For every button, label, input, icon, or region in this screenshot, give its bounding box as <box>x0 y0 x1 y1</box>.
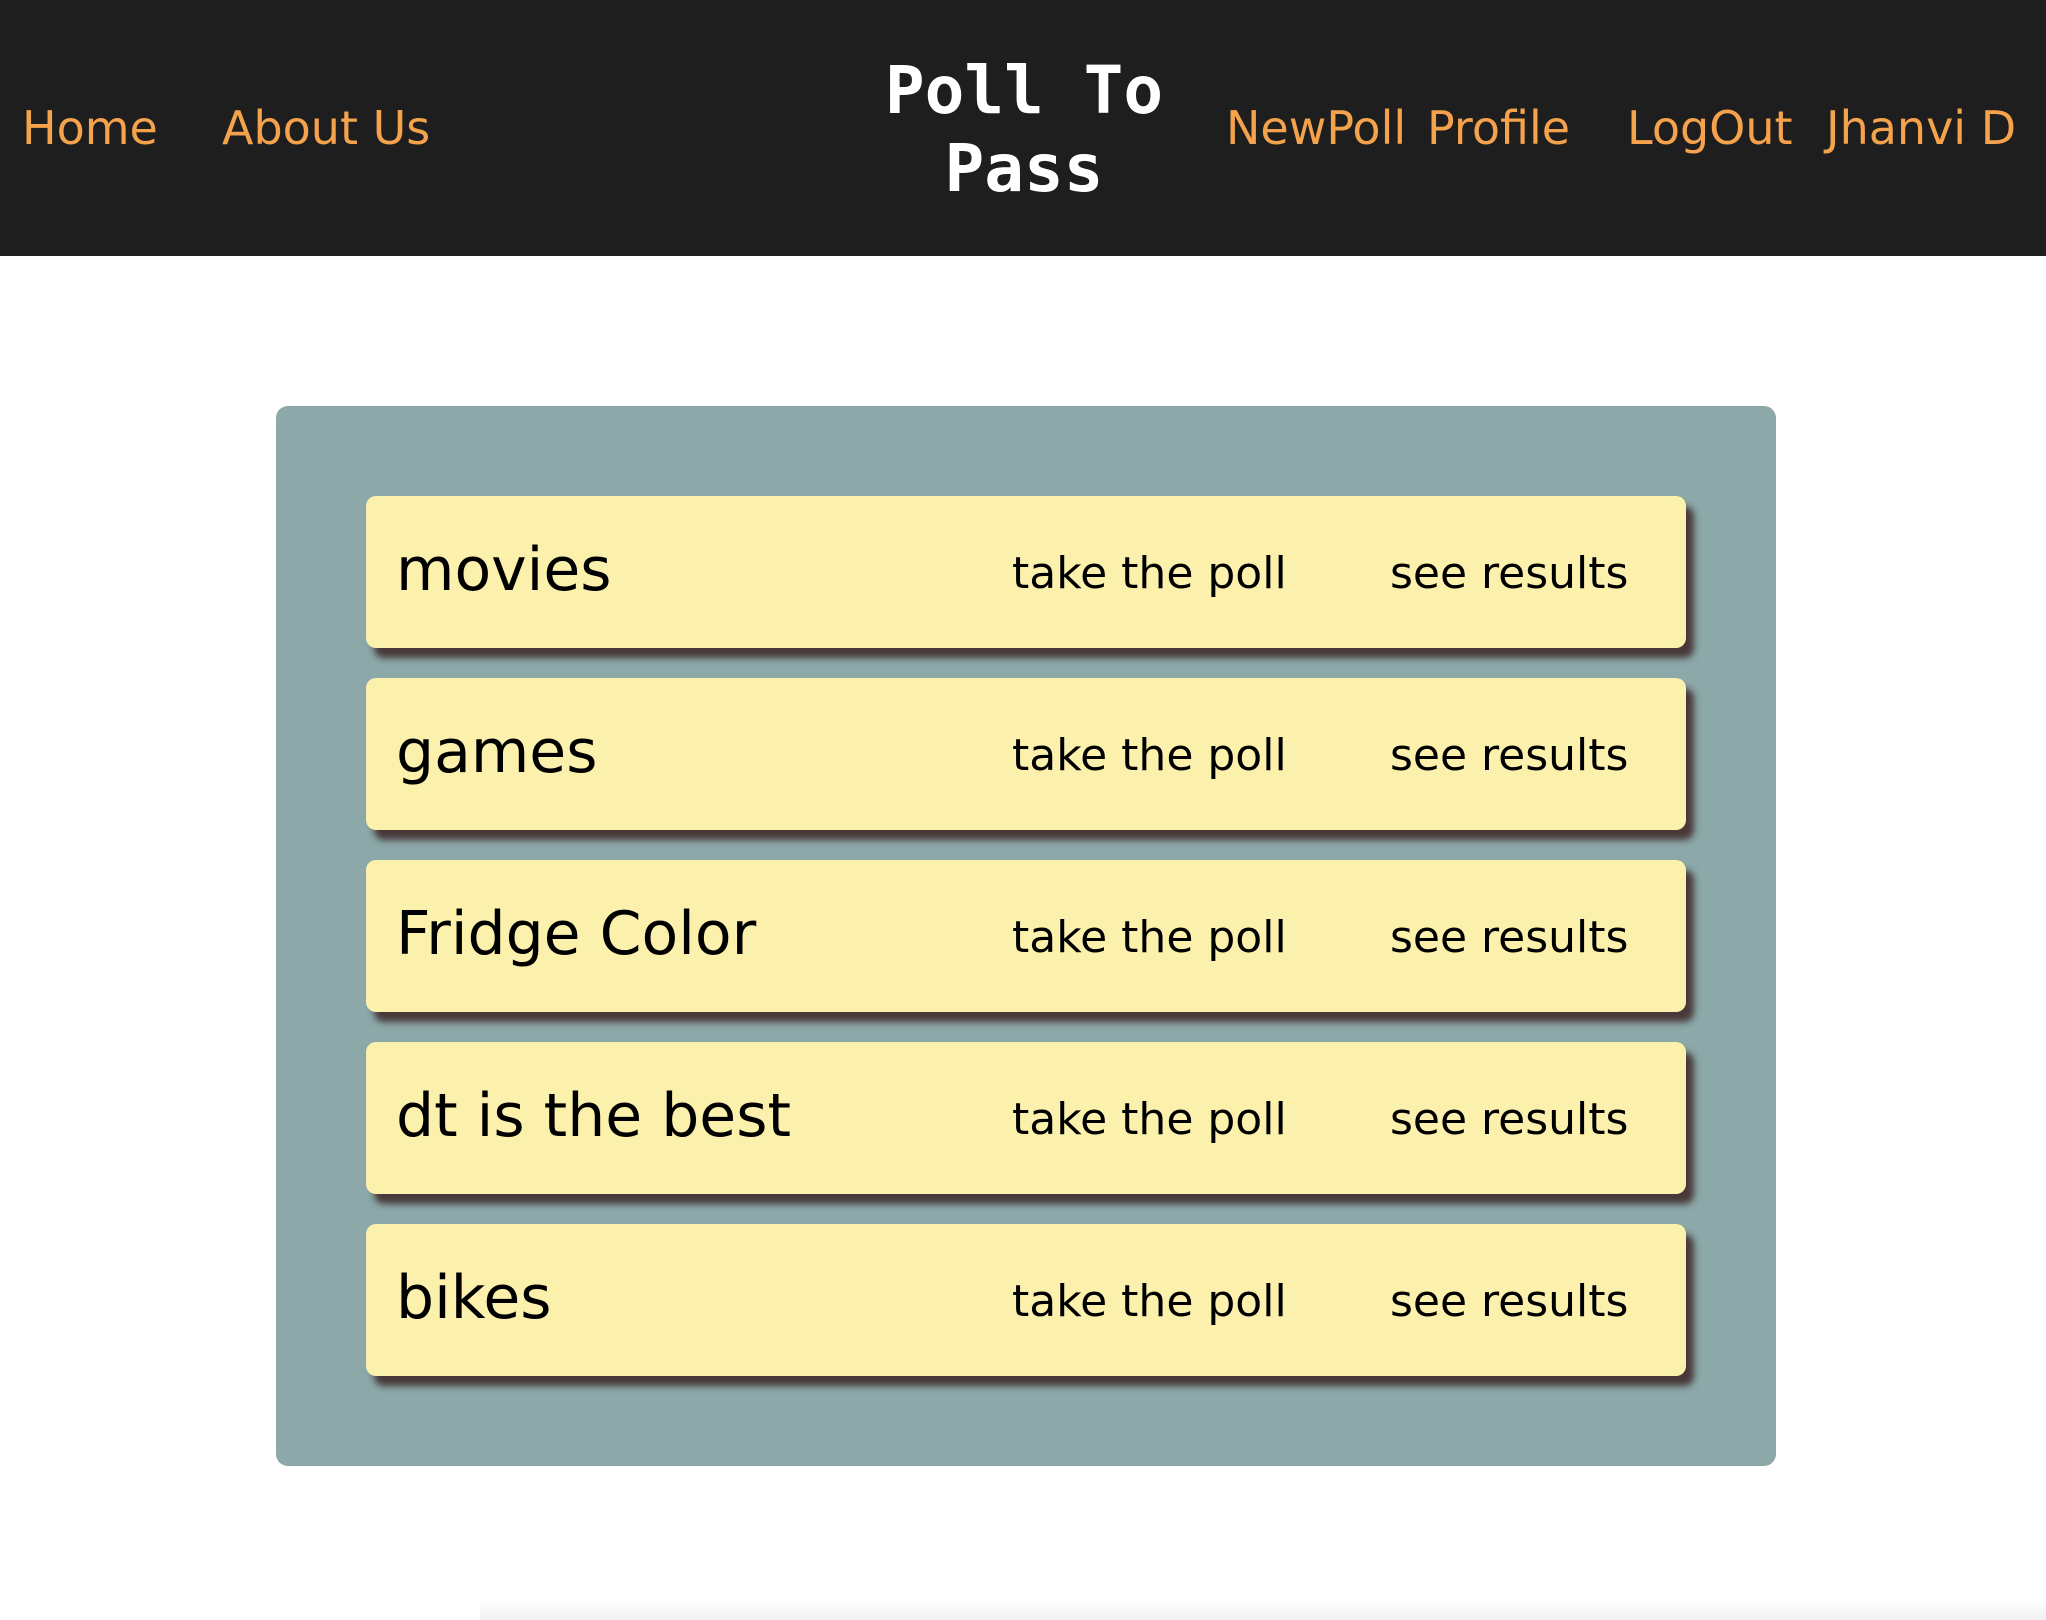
poll-card: bikes take the poll see results <box>366 1224 1686 1376</box>
see-results-link[interactable]: see results <box>1390 546 1628 602</box>
nav-home-link[interactable]: Home <box>22 98 158 158</box>
nav-newpoll-link[interactable]: NewPoll <box>1226 98 1406 158</box>
see-results-link[interactable]: see results <box>1390 910 1628 966</box>
window-bottom-shade <box>480 1600 2046 1620</box>
poll-card: dt is the best take the poll see results <box>366 1042 1686 1194</box>
poll-card: movies take the poll see results <box>366 496 1686 648</box>
poll-list: movies take the poll see results games t… <box>366 496 1686 1406</box>
poll-card: Fridge Color take the poll see results <box>366 860 1686 1012</box>
poll-panel: movies take the poll see results games t… <box>276 406 1776 1466</box>
site-title-text: Poll To Pass <box>884 52 1164 207</box>
poll-name: games <box>396 717 598 787</box>
take-poll-link[interactable]: take the poll <box>1012 728 1287 784</box>
navbar: Home About Us Poll To Pass NewPoll Profi… <box>0 0 2046 256</box>
nav-user-link[interactable]: Jhanvi D <box>1826 98 2016 158</box>
nav-profile-link[interactable]: Profile <box>1427 98 1570 158</box>
take-poll-link[interactable]: take the poll <box>1012 1274 1287 1330</box>
see-results-link[interactable]: see results <box>1390 1092 1628 1148</box>
poll-name: movies <box>396 535 612 605</box>
poll-card: games take the poll see results <box>366 678 1686 830</box>
take-poll-link[interactable]: take the poll <box>1012 1092 1287 1148</box>
site-title: Poll To Pass <box>824 52 1224 208</box>
take-poll-link[interactable]: take the poll <box>1012 546 1287 602</box>
poll-name: Fridge Color <box>396 899 757 969</box>
take-poll-link[interactable]: take the poll <box>1012 910 1287 966</box>
nav-about-link[interactable]: About Us <box>222 98 430 158</box>
see-results-link[interactable]: see results <box>1390 728 1628 784</box>
poll-name: dt is the best <box>396 1081 792 1151</box>
see-results-link[interactable]: see results <box>1390 1274 1628 1330</box>
nav-logout-link[interactable]: LogOut <box>1627 98 1793 158</box>
poll-name: bikes <box>396 1263 552 1333</box>
